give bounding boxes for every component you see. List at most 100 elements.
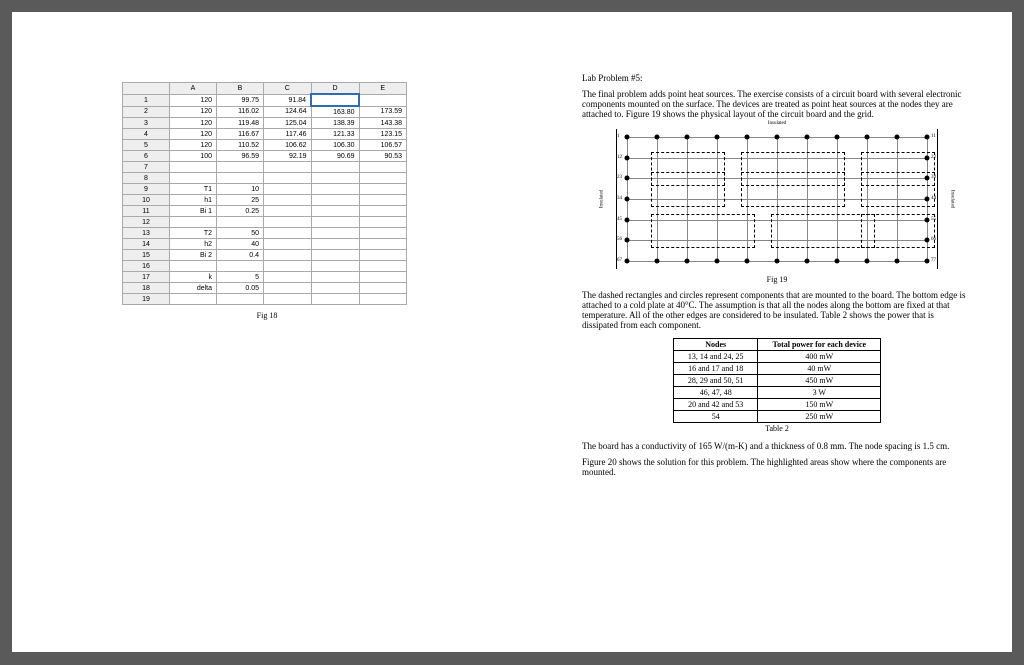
grid-node-label: 1 [617,134,620,139]
component-outline [651,172,725,207]
grid-node [925,135,930,140]
grid-node-label: 11 [931,134,936,139]
sheet-row-header: 15 [123,250,170,261]
sheet-row-header: 13 [123,228,170,239]
grid-node [925,217,930,222]
sheet-cell: 116.67 [217,129,264,140]
power-table-cell: 28, 29 and 50, 51 [673,375,758,387]
component-outline [741,172,845,207]
sheet-cell: 106.30 [311,140,359,151]
sheet-cell: 5 [217,272,264,283]
sheet-cell: h1 [170,195,217,206]
sheet-cell: 96.59 [217,151,264,162]
sheet-col-header: A [170,83,217,95]
insulated-right-label: Insulated [949,190,954,208]
sheet-cell: 121.33 [311,129,359,140]
sheet-cell: 138.39 [311,118,359,129]
power-table-cell: 450 mW [758,375,881,387]
grid-node-label: 66 [931,237,936,242]
power-table-cell: 40 mW [758,363,881,375]
sheet-col-header: B [217,83,264,95]
sheet-row-header: 14 [123,239,170,250]
problem-p4: Figure 20 shows the solution for this pr… [582,457,972,477]
right-column: Lab Problem #5: The final problem adds p… [582,67,972,483]
sheet-cell: Bi 2 [170,250,217,261]
power-table-header: Nodes [673,339,758,351]
sheet-cell: 25 [217,195,264,206]
sheet-row-header: 3 [123,118,170,129]
sheet-cell: 50 [217,228,264,239]
sheet-cell [359,162,407,173]
sheet-cell [359,250,407,261]
sheet-cell: 106.57 [359,140,407,151]
grid-node [805,135,810,140]
sheet-cell: Bi 1 [170,206,217,217]
sheet-cell [217,294,264,305]
problem-p1: The final problem adds point heat source… [582,89,972,119]
grid-node-label: 55 [931,217,936,222]
grid-node [865,259,870,264]
sheet-row-header: 8 [123,173,170,184]
sheet-cell [264,228,312,239]
sheet-cell [264,206,312,217]
sheet-cell [264,173,312,184]
sheet-cell: 124.64 [264,106,312,118]
sheet-cell: 0.4 [217,250,264,261]
sheet-cell [311,283,359,294]
sheet-cell: 100 [170,151,217,162]
grid-node [775,135,780,140]
sheet-cell [311,94,359,106]
grid-node [625,197,630,202]
grid-node [925,259,930,264]
sheet-cell: 106.62 [264,140,312,151]
sheet-cell: 143.38 [359,118,407,129]
sheet-col-header [123,83,170,95]
problem-p2: The dashed rectangles and circles repres… [582,290,972,330]
grid-node-label: 44 [931,196,936,201]
sheet-cell: 0.25 [217,206,264,217]
sheet-cell [359,228,407,239]
sheet-cell [359,261,407,272]
sheet-cell [359,206,407,217]
sheet-cell: 173.59 [359,106,407,118]
grid-node [745,259,750,264]
sheet-cell: 123.15 [359,129,407,140]
sheet-col-header: E [359,83,407,95]
sheet-cell: 99.75 [217,94,264,106]
power-table-cell: 3 W [758,387,881,399]
sheet-cell [359,184,407,195]
grid-node [805,259,810,264]
fig19-schematic: Insulated Insulated Insulated 1111222233… [616,129,938,269]
sheet-cell: 10 [217,184,264,195]
sheet-col-header: C [264,83,312,95]
sheet-cell: 90.53 [359,151,407,162]
left-column: ABCDE112099.7591.842120116.02124.64163.8… [122,82,412,320]
sheet-cell [359,217,407,228]
sheet-cell [311,195,359,206]
sheet-cell [217,162,264,173]
grid-node [625,217,630,222]
lab-problem-title: Lab Problem #5: [582,73,972,83]
sheet-row-header: 19 [123,294,170,305]
sheet-cell [170,173,217,184]
sheet-row-header: 17 [123,272,170,283]
sheet-cell: T1 [170,184,217,195]
sheet-cell [264,217,312,228]
sheet-row-header: 1 [123,94,170,106]
grid-node-label: 77 [931,258,936,263]
grid-node [895,135,900,140]
sheet-row-header: 7 [123,162,170,173]
sheet-cell [359,239,407,250]
sheet-cell [264,239,312,250]
grid-node [685,259,690,264]
sheet-row-header: 12 [123,217,170,228]
document-page: ABCDE112099.7591.842120116.02124.64163.8… [12,12,1012,652]
grid-node [775,259,780,264]
table2-caption: Table 2 [673,423,881,433]
grid-node [745,135,750,140]
sheet-cell [264,250,312,261]
grid-node [865,135,870,140]
sheet-cell [264,162,312,173]
sheet-cell [217,261,264,272]
sheet-cell [170,294,217,305]
